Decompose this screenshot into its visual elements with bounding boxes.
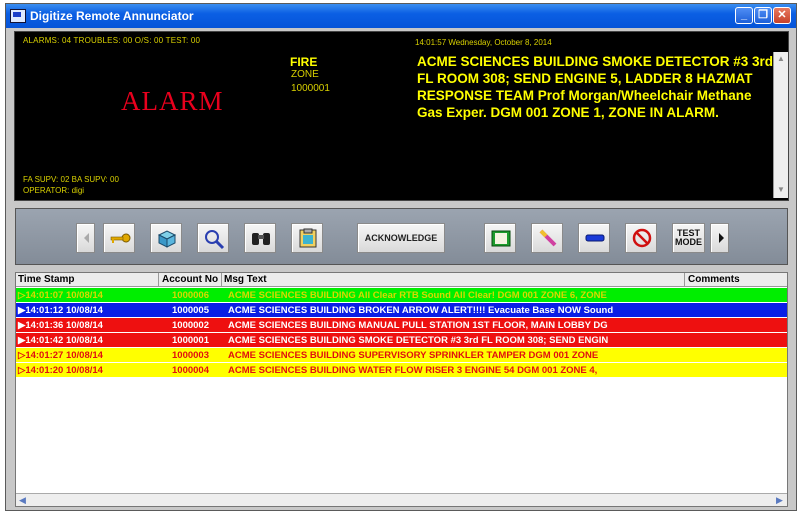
row-message: ACME SCIENCES BUILDING WATER FLOW RISER …	[228, 365, 598, 376]
toolbar: ACKNOWLEDGE TEST MODE	[15, 208, 788, 265]
title-bar: Digitize Remote Annunciator _ ❐ ✕	[6, 4, 796, 28]
row-timestamp: ▶14:01:36 10/08/14	[18, 320, 103, 331]
horizontal-scrollbar[interactable]: ◀ ▶	[16, 493, 787, 506]
clipboard-icon	[299, 228, 317, 248]
key-icon	[110, 233, 131, 243]
row-account: 1000003	[172, 350, 209, 361]
operator-label: OPERATOR: digi	[23, 186, 85, 195]
alarm-status-text: ALARM	[121, 86, 224, 116]
column-header-comments[interactable]: Comments	[688, 274, 740, 285]
acknowledge-button[interactable]: ACKNOWLEDGE	[357, 223, 445, 253]
column-header-account[interactable]: Account No	[162, 274, 218, 285]
event-datetime: 14:01:57 Wednesday, October 8, 2014	[415, 38, 552, 47]
table-header: Time Stamp Account No Msg Text Comments	[16, 273, 787, 287]
window-title: Digitize Remote Annunciator	[30, 9, 194, 23]
status-counts: ALARMS: 04 TROUBLES: 00 O/S: 00 TEST: 00	[23, 36, 201, 45]
reset-button[interactable]	[150, 223, 182, 253]
table-row[interactable]: ▶14:01:42 10/08/14 1000001 ACME SCIENCES B…	[16, 333, 787, 348]
mode-label: MODE	[675, 237, 702, 247]
row-timestamp: ▶14:01:42 10/08/14	[18, 335, 103, 346]
silence-button[interactable]	[531, 223, 563, 253]
row-time-text: 14:01:42 10/08/14	[25, 335, 103, 346]
alarm-display-panel: ALARMS: 04 TROUBLES: 00 O/S: 00 TEST: 00…	[14, 31, 789, 201]
scroll-left-button[interactable]	[76, 223, 95, 253]
scroll-up-icon[interactable]: ▲	[777, 54, 785, 63]
prohibited-icon	[632, 228, 652, 248]
row-time-text: 14:01:27 10/08/14	[25, 350, 103, 361]
column-header-time[interactable]: Time Stamp	[18, 274, 75, 285]
row-account: 1000006	[172, 290, 209, 301]
row-timestamp: ▷14:01:20 10/08/14	[18, 365, 103, 376]
row-time-text: 14:01:20 10/08/14	[25, 365, 103, 376]
alarm-message: ACME SCIENCES BUILDING SMOKE DETECTOR #3…	[417, 54, 774, 120]
table-row[interactable]: ▶14:01:36 10/08/14 1000002 ACME SCIENCES B…	[16, 318, 787, 333]
message-scrollbar[interactable]: ▲ ▼	[773, 52, 788, 198]
column-header-message[interactable]: Msg Text	[224, 274, 267, 285]
row-message: ACME SCIENCES BUILDING MANUAL PULL STATI…	[228, 320, 608, 331]
row-timestamp: ▶14:01:12 10/08/14	[18, 305, 103, 316]
row-timestamp: ▷14:01:27 10/08/14	[18, 350, 103, 361]
search-button[interactable]	[197, 223, 229, 253]
event-log-table: Time Stamp Account No Msg Text Comments …	[15, 272, 788, 507]
key-button[interactable]	[103, 223, 135, 253]
row-message: ACME SCIENCES BUILDING BROKEN ARROW ALER…	[228, 305, 614, 316]
log-button[interactable]	[484, 223, 516, 253]
binoculars-icon	[252, 233, 270, 245]
box-icon	[157, 230, 177, 248]
app-icon	[10, 9, 26, 23]
table-row[interactable]: ▷14:01:07 10/08/14 1000006 ACME SCIENCES B…	[16, 288, 787, 303]
supervisory-counts: FA SUPV: 02 BA SUPV: 00	[23, 175, 119, 184]
minus-button[interactable]	[578, 223, 610, 253]
clipboard-button[interactable]	[291, 223, 323, 253]
scroll-down-icon[interactable]: ▼	[777, 185, 785, 194]
row-account: 1000002	[172, 320, 209, 331]
close-button[interactable]: ✕	[773, 7, 791, 24]
zone-number: 1000001	[291, 83, 330, 94]
triangle-right-icon	[719, 233, 724, 243]
row-time-text: 14:01:12 10/08/14	[25, 305, 103, 316]
table-row[interactable]: ▷14:01:27 10/08/14 1000003 ACME SCIENCES B…	[16, 348, 787, 363]
minus-icon	[585, 234, 605, 242]
row-message: ACME SCIENCES BUILDING All Clear RTB Sou…	[228, 290, 607, 301]
row-message: ACME SCIENCES BUILDING SUPERVISORY SPRIN…	[228, 350, 599, 361]
zone-label: ZONE	[291, 69, 319, 80]
scroll-left-icon[interactable]: ◀	[19, 495, 26, 506]
minimize-button[interactable]: _	[735, 7, 753, 24]
scroll-right-button[interactable]	[710, 223, 729, 253]
find-button[interactable]	[244, 223, 276, 253]
book-icon	[491, 230, 511, 247]
maximize-button[interactable]: ❐	[754, 7, 772, 24]
test-mode-button[interactable]: TEST MODE	[672, 223, 705, 253]
table-row[interactable]: ▶14:01:12 10/08/14 1000005 ACME SCIENCES B…	[16, 303, 787, 318]
row-account: 1000005	[172, 305, 209, 316]
row-time-text: 14:01:07 10/08/14	[25, 290, 103, 301]
row-account: 1000004	[172, 365, 209, 376]
row-time-text: 14:01:36 10/08/14	[25, 320, 103, 331]
table-row[interactable]: ▷14:01:20 10/08/14 1000004 ACME SCIENCES B…	[16, 363, 787, 378]
row-message: ACME SCIENCES BUILDING SMOKE DETECTOR #3…	[228, 335, 609, 346]
scroll-right-icon[interactable]: ▶	[776, 495, 783, 506]
pen-icon	[539, 229, 557, 247]
row-timestamp: ▷14:01:07 10/08/14	[18, 290, 103, 301]
row-account: 1000001	[172, 335, 209, 346]
triangle-left-icon	[84, 233, 89, 243]
disable-button[interactable]	[625, 223, 657, 253]
event-type: FIRE	[290, 55, 318, 69]
magnifier-icon	[205, 230, 225, 250]
annunciator-window: Digitize Remote Annunciator _ ❐ ✕ ALARMS…	[5, 3, 797, 511]
